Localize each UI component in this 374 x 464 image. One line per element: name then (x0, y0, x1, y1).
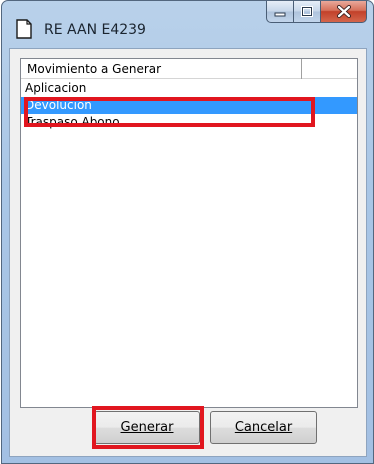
maximize-button[interactable] (293, 1, 320, 23)
column-header-empty[interactable] (303, 59, 358, 79)
maximize-icon (301, 6, 313, 17)
minimize-button[interactable] (266, 1, 293, 23)
close-button[interactable] (320, 1, 367, 23)
list-item-aplicacion[interactable]: Aplicacion (21, 80, 357, 97)
title-bar[interactable]: RE AAN E4239 (2, 1, 373, 48)
document-icon (16, 19, 32, 39)
cancelar-button[interactable]: Cancelar (210, 411, 317, 444)
window-title: RE AAN E4239 (44, 22, 146, 38)
minimize-icon (274, 12, 286, 16)
list-item-devolucion[interactable]: Devolucion (21, 97, 357, 114)
list-item-traspaso-abono[interactable]: Traspaso Abono (21, 114, 357, 131)
dialog-body: Movimiento a Generar Aplicacion Devoluci… (9, 48, 367, 457)
list-header: Movimiento a Generar (21, 59, 357, 79)
list-rows: Aplicacion Devolucion Traspaso Abono (21, 80, 357, 131)
movement-list[interactable]: Movimiento a Generar Aplicacion Devoluci… (20, 58, 358, 408)
close-icon (336, 5, 351, 18)
column-header-movimiento[interactable]: Movimiento a Generar (21, 59, 302, 79)
caption-buttons (266, 1, 367, 25)
dialog-window: RE AAN E4239 Movimiento a Generar Aplica… (1, 0, 374, 464)
generar-button[interactable]: Generar (94, 411, 200, 444)
